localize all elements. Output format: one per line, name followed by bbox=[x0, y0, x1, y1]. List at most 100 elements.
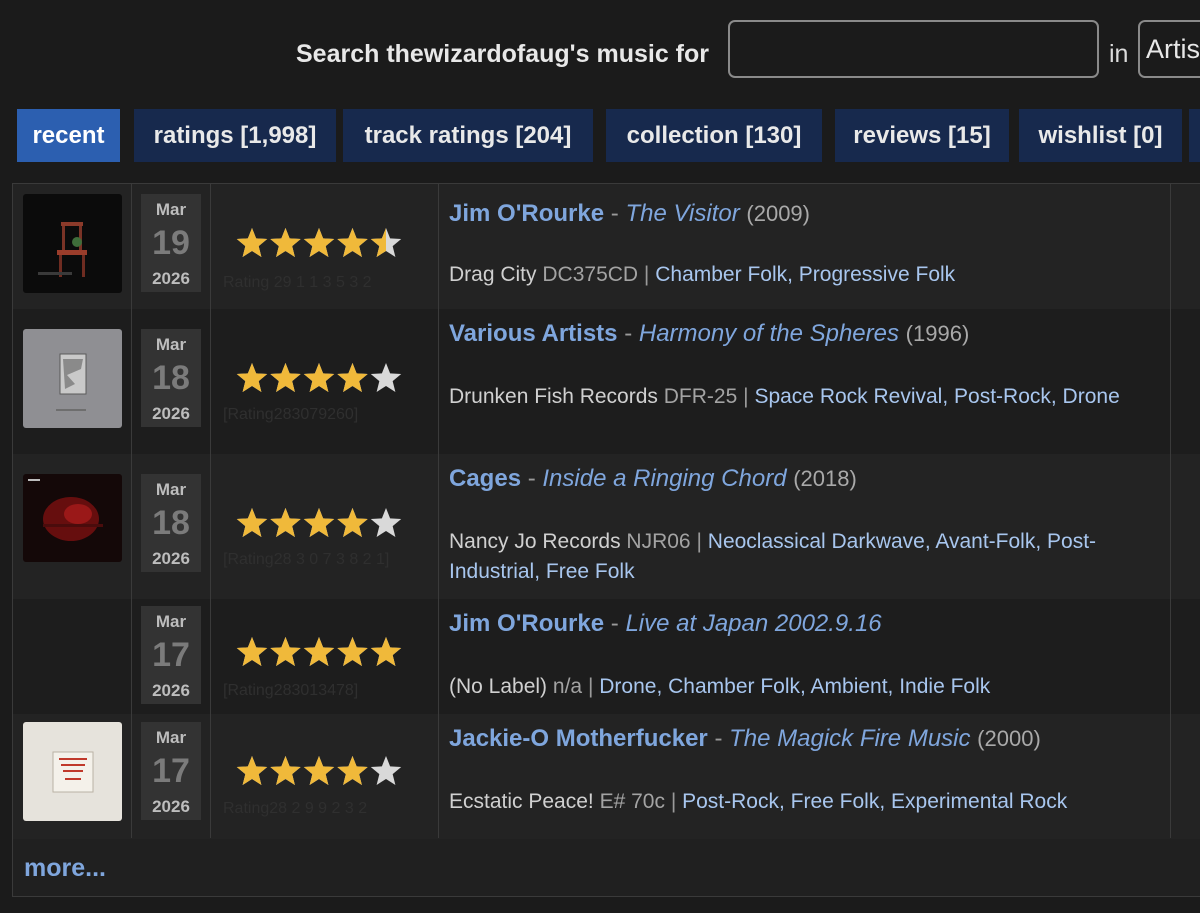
catalog-number: DFR-25 bbox=[663, 385, 738, 408]
star-icon bbox=[370, 756, 402, 785]
date-day: 18 bbox=[152, 359, 190, 397]
more-link[interactable]: more... bbox=[24, 854, 106, 883]
tab-wishlist[interactable]: wishlist [0] bbox=[1019, 109, 1182, 162]
date-stamp: Mar 19 2026 bbox=[141, 194, 201, 292]
release-year: (1996) bbox=[905, 321, 970, 346]
star-rating-icon bbox=[236, 756, 402, 785]
star-fill-icon bbox=[236, 363, 268, 392]
rating-hidden-text: [Rating28 3 0 7 3 8 2 1] bbox=[223, 551, 390, 568]
album-cover-5[interactable] bbox=[23, 722, 122, 821]
album-link[interactable]: Live at Japan 2002.9.16 bbox=[625, 610, 881, 637]
search-label: Search thewizardofaug's music for bbox=[296, 40, 709, 68]
artist-link[interactable]: Jim O'Rourke bbox=[449, 200, 604, 227]
artist-link[interactable]: Cages bbox=[449, 465, 521, 492]
star-rating bbox=[235, 633, 405, 673]
release-meta: Drag City DC375CD | Chamber Folk, Progre… bbox=[449, 260, 1169, 290]
date-year: 2026 bbox=[152, 797, 190, 816]
star-fill-icon bbox=[270, 756, 301, 785]
rating-hidden-text: [Rating283013478] bbox=[223, 682, 359, 699]
column-divider bbox=[210, 184, 211, 838]
tab-track-ratings[interactable]: track ratings [204] bbox=[343, 109, 593, 162]
star-fill-icon bbox=[270, 228, 301, 257]
star-icon bbox=[370, 363, 402, 392]
star-fill-icon bbox=[303, 508, 335, 537]
pipe-separator: | bbox=[643, 263, 650, 286]
dash-separator: - bbox=[527, 465, 536, 492]
album-link[interactable]: Harmony of the Spheres bbox=[639, 320, 899, 347]
search-bar: Search thewizardofaug's music for in Art… bbox=[0, 20, 1200, 84]
date-year: 2026 bbox=[152, 269, 190, 288]
pipe-separator: | bbox=[670, 790, 677, 813]
star-fill-icon bbox=[303, 756, 335, 785]
genre-list[interactable]: Space Rock Revival, Post-Rock, Drone bbox=[754, 385, 1119, 408]
date-month: Mar bbox=[155, 728, 187, 747]
catalog-number: n/a bbox=[552, 675, 583, 698]
album-link[interactable]: The Magick Fire Music bbox=[729, 725, 970, 752]
genre-list[interactable]: Drone, Chamber Folk, Ambient, Indie Folk bbox=[599, 675, 990, 698]
star-rating-icon bbox=[236, 228, 402, 257]
star-fill-icon bbox=[337, 756, 368, 785]
album-cover-3[interactable] bbox=[23, 474, 122, 562]
record-label[interactable]: Drag City bbox=[449, 263, 537, 286]
rating-hidden-text: Rating 29 1 1 3 5 3 2 bbox=[223, 274, 372, 291]
artist-link[interactable]: Jim O'Rourke bbox=[449, 610, 604, 637]
date-year: 2026 bbox=[152, 681, 190, 700]
record-label[interactable]: Nancy Jo Records bbox=[449, 530, 621, 553]
record-label[interactable]: Ecstatic Peace! bbox=[449, 790, 594, 813]
album-link[interactable]: Inside a Ringing Chord bbox=[542, 465, 786, 492]
search-scope-select[interactable]: Artis bbox=[1138, 20, 1200, 78]
music-page: Search thewizardofaug's music for in Art… bbox=[0, 0, 1200, 913]
release-info: Jim O'Rourke - Live at Japan 2002.9.16 (… bbox=[449, 610, 1169, 702]
date-day: 17 bbox=[152, 636, 190, 674]
star-rating bbox=[235, 504, 405, 544]
release-meta: Ecstatic Peace! E# 70c | Post-Rock, Free… bbox=[449, 787, 1169, 817]
star-rating bbox=[235, 224, 405, 264]
column-divider bbox=[1170, 184, 1171, 838]
date-year: 2026 bbox=[152, 549, 190, 568]
dash-separator: - bbox=[714, 725, 723, 752]
date-day: 18 bbox=[152, 504, 190, 542]
release-info: Jim O'Rourke - The Visitor (2009) Drag C… bbox=[449, 200, 1169, 290]
star-icon bbox=[370, 508, 402, 537]
tab-overflow[interactable] bbox=[1189, 109, 1200, 162]
date-stamp: Mar 18 2026 bbox=[141, 474, 201, 572]
star-fill-icon bbox=[270, 363, 301, 392]
album-cover-1[interactable] bbox=[23, 194, 122, 293]
genre-list[interactable]: Chamber Folk, Progressive Folk bbox=[655, 263, 955, 286]
release-meta: Drunken Fish Records DFR-25 | Space Rock… bbox=[449, 382, 1149, 412]
date-month: Mar bbox=[155, 200, 187, 219]
recent-activity-table: Mar 19 2026 Rating 29 1 1 3 5 3 2 Jim O'… bbox=[12, 183, 1200, 897]
tab-recent[interactable]: recent bbox=[17, 109, 120, 162]
star-fill-icon bbox=[236, 508, 268, 537]
table-row: Mar 19 2026 Rating 29 1 1 3 5 3 2 Jim O'… bbox=[13, 184, 1200, 309]
date-day: 19 bbox=[152, 224, 190, 262]
dash-separator: - bbox=[624, 320, 633, 347]
date-month: Mar bbox=[155, 480, 187, 499]
album-link[interactable]: The Visitor bbox=[625, 200, 739, 227]
star-rating-icon bbox=[236, 637, 402, 666]
tab-ratings[interactable]: ratings [1,998] bbox=[134, 109, 336, 162]
artist-link[interactable]: Various Artists bbox=[449, 320, 618, 347]
table-row: Mar 18 2026 [Rating283079260] Various Ar… bbox=[13, 309, 1200, 454]
tab-reviews[interactable]: reviews [15] bbox=[835, 109, 1009, 162]
table-row: Mar 18 2026 [Rating28 3 0 7 3 8 2 1] Cag… bbox=[13, 454, 1200, 599]
release-meta: (No Label) n/a | Drone, Chamber Folk, Am… bbox=[449, 672, 1169, 702]
star-rating-icon bbox=[236, 508, 402, 537]
search-in-label: in bbox=[1109, 40, 1129, 68]
star-fill-icon bbox=[303, 637, 335, 666]
search-input[interactable] bbox=[728, 20, 1099, 78]
pipe-separator: | bbox=[587, 675, 594, 698]
artist-link[interactable]: Jackie-O Motherfucker bbox=[449, 725, 708, 752]
star-fill-icon bbox=[370, 637, 402, 666]
star-rating bbox=[235, 752, 405, 792]
pipe-separator: | bbox=[696, 530, 702, 553]
date-month: Mar bbox=[155, 335, 187, 354]
genre-list[interactable]: Post-Rock, Free Folk, Experimental Rock bbox=[682, 790, 1067, 813]
tab-collection[interactable]: collection [130] bbox=[606, 109, 822, 162]
record-label[interactable]: (No Label) bbox=[449, 675, 547, 698]
record-label[interactable]: Drunken Fish Records bbox=[449, 385, 658, 408]
star-fill-icon bbox=[270, 637, 301, 666]
star-rating bbox=[235, 359, 405, 399]
album-cover-2[interactable] bbox=[23, 329, 122, 428]
star-fill-icon bbox=[236, 756, 268, 785]
